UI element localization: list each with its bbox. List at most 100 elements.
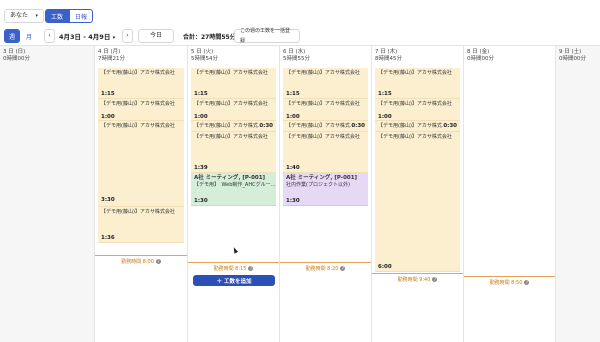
tab-week-label: 週 bbox=[8, 33, 15, 41]
event-block[interactable]: 【デモ用(藤山)】アカサ株式会社 1:40 bbox=[283, 132, 368, 173]
day-column-wed: 6 日 (水) 5時間55分 【デモ用(藤山)】アカサ株式会社 1:15 【デモ… bbox=[279, 46, 371, 342]
event-duration: 1:00 bbox=[286, 114, 300, 120]
work-hours: 勤務時間 9:40? bbox=[372, 276, 463, 283]
event-duration: 1:30 bbox=[286, 198, 300, 204]
chevron-down-icon: ▾ bbox=[35, 13, 38, 19]
work-hours-line bbox=[280, 262, 371, 263]
event-block[interactable]: 【デモ用(藤山)】アカサ株式会社 6:00 bbox=[375, 132, 460, 272]
event-block[interactable]: 【デモ用(藤山)】アカサ株式... 0:30 bbox=[283, 121, 368, 132]
work-hours: 勤務時間 8:20? bbox=[280, 265, 371, 272]
day-total: 0時間00分 bbox=[467, 56, 494, 62]
event-block[interactable]: 【デモ用(藤山)】アカサ株式会社 1:15 bbox=[283, 68, 368, 99]
tab-kosu-label: 工数 bbox=[50, 13, 63, 21]
add-work-button[interactable]: ＋ 工数を追加 bbox=[193, 275, 275, 286]
meeting-event-block[interactable]: A社 ミーティング, [P-001] 【デモ用】 Web制作_AHCグルー...… bbox=[191, 173, 276, 206]
day-column-mon: 4 日 (月) 7時間21分 【デモ用(藤山)】アカサ株式会社 1:15 【デモ… bbox=[94, 46, 187, 342]
event-duration: 1:15 bbox=[101, 91, 115, 97]
day-header: 9 日 (土) 0時間00分 bbox=[559, 49, 586, 63]
work-hours: 勤務時間 8:15? bbox=[188, 265, 279, 272]
bulk-register-label: この週の工数を一括登録 bbox=[240, 28, 291, 44]
day-label: 6 日 (水) bbox=[283, 49, 306, 55]
event-title: 【デモ用(藤山)】アカサ株式... bbox=[194, 123, 263, 129]
event-block[interactable]: 【デモ用(藤山)】アカサ株式会社 1:00 bbox=[98, 99, 184, 121]
event-title: 【デモ用(藤山)】アカサ株式会社 bbox=[194, 70, 268, 76]
day-label: 9 日 (土) bbox=[559, 49, 582, 55]
event-title: 【デモ用(藤山)】アカサ株式会社 bbox=[101, 209, 175, 215]
event-title: 【デモ用(藤山)】アカサ株式... bbox=[286, 123, 355, 129]
day-label: 7 日 (木) bbox=[375, 49, 398, 55]
event-duration: 3:30 bbox=[101, 197, 115, 203]
event-subtitle: 社内作業(プロジェクト以外) bbox=[286, 182, 350, 188]
day-label: 3 日 (日) bbox=[3, 49, 26, 55]
event-title: 【デモ用(藤山)】アカサ株式会社 bbox=[101, 101, 175, 107]
event-block[interactable]: 【デモ用(藤山)】アカサ株式会社 1:39 bbox=[191, 132, 276, 173]
event-title: 【デモ用(藤山)】アカサ株式会社 bbox=[194, 101, 268, 107]
work-hours-label: 勤務時間 9:40 bbox=[397, 277, 431, 283]
toolbar: あなた ▾ 工数 日報 週 月 ‹ 4月3日 - 4月9日 ▾ › 今日 合計：… bbox=[0, 0, 600, 50]
work-hours: 勤務時間 8:50? bbox=[464, 279, 555, 286]
event-block[interactable]: 【デモ用(藤山)】アカサ株式会社 1:36 bbox=[98, 207, 184, 243]
event-block[interactable]: 【デモ用(藤山)】アカサ株式会社 1:15 bbox=[191, 68, 276, 99]
date-range-label: 4月3日 - 4月9日 bbox=[59, 33, 111, 41]
tab-month[interactable]: 月 bbox=[22, 29, 36, 43]
help-icon[interactable]: ? bbox=[155, 259, 161, 264]
bulk-register-button[interactable]: この週の工数を一括登録 bbox=[234, 28, 300, 44]
day-column-sun: 3 日 (日) 0時間00分 bbox=[0, 46, 94, 342]
day-total: 8時間45分 bbox=[375, 56, 402, 62]
prev-week-button[interactable]: ‹ bbox=[44, 29, 55, 43]
event-duration: 1:15 bbox=[378, 91, 392, 97]
event-title: A社 ミーティング, [P-001] bbox=[286, 175, 358, 181]
tab-nippo[interactable]: 日報 bbox=[69, 9, 93, 23]
work-hours-label: 勤務時間 8:15 bbox=[213, 266, 247, 272]
event-block[interactable]: 【デモ用(藤山)】アカサ株式会社 1:00 bbox=[375, 99, 460, 121]
today-label: 今日 bbox=[149, 32, 162, 39]
day-header: 5 日 (火) 5時間54分 bbox=[191, 49, 218, 63]
event-block[interactable]: 【デモ用(藤山)】アカサ株式会社 3:30 bbox=[98, 121, 184, 207]
next-week-button[interactable]: › bbox=[122, 29, 133, 43]
day-total: 0時間00分 bbox=[3, 56, 30, 62]
event-duration: 1:30 bbox=[194, 198, 208, 204]
event-block[interactable]: 【デモ用(藤山)】アカサ株式... 0:30 bbox=[375, 121, 460, 132]
event-duration: 1:15 bbox=[194, 91, 208, 97]
event-duration: 1:39 bbox=[194, 165, 208, 171]
work-hours-line bbox=[188, 262, 279, 263]
event-title: 【デモ用(藤山)】アカサ株式会社 bbox=[286, 134, 360, 140]
work-hours-line bbox=[372, 273, 463, 274]
day-column-fri: 8 日 (金) 0時間00分 勤務時間 8:50? bbox=[463, 46, 555, 342]
event-block[interactable]: 【デモ用(藤山)】アカサ株式会社 1:00 bbox=[283, 99, 368, 121]
event-duration: 1:00 bbox=[194, 114, 208, 120]
help-icon[interactable]: ? bbox=[248, 266, 254, 271]
week-total: 合計：27時間55分 bbox=[183, 34, 236, 41]
user-select[interactable]: あなた ▾ bbox=[4, 9, 44, 23]
today-button[interactable]: 今日 bbox=[138, 29, 174, 43]
event-duration: 1:15 bbox=[286, 91, 300, 97]
meeting-event-block[interactable]: A社 ミーティング, [P-001] 社内作業(プロジェクト以外) 1:30 bbox=[283, 173, 368, 206]
event-block[interactable]: 【デモ用(藤山)】アカサ株式会社 1:00 bbox=[191, 99, 276, 121]
day-label: 5 日 (火) bbox=[191, 49, 214, 55]
event-title: 【デモ用(藤山)】アカサ株式会社 bbox=[378, 101, 452, 107]
day-header: 3 日 (日) 0時間00分 bbox=[3, 49, 30, 63]
help-icon[interactable]: ? bbox=[524, 280, 530, 285]
day-total: 7時間21分 bbox=[98, 56, 125, 62]
event-title: 【デモ用(藤山)】アカサ株式会社 bbox=[194, 134, 268, 140]
event-duration: 1:00 bbox=[378, 114, 392, 120]
day-label: 4 日 (月) bbox=[98, 49, 121, 55]
event-title: 【デモ用(藤山)】アカサ株式会社 bbox=[378, 134, 452, 140]
help-icon[interactable]: ? bbox=[340, 266, 346, 271]
event-duration: 6:00 bbox=[378, 264, 392, 270]
event-block[interactable]: 【デモ用(藤山)】アカサ株式... 0:30 bbox=[191, 121, 276, 132]
tab-week[interactable]: 週 bbox=[4, 29, 20, 43]
event-block[interactable]: 【デモ用(藤山)】アカサ株式会社 1:15 bbox=[98, 68, 184, 99]
tab-kosu[interactable]: 工数 bbox=[45, 9, 69, 23]
date-range-select[interactable]: 4月3日 - 4月9日 ▾ bbox=[59, 31, 115, 41]
event-subtitle: 【デモ用】 Web制作_AHCグルー... bbox=[194, 182, 276, 188]
work-hours-line bbox=[95, 255, 187, 256]
chevron-right-icon: › bbox=[126, 32, 129, 39]
day-header: 4 日 (月) 7時間21分 bbox=[98, 49, 125, 63]
event-block[interactable]: 【デモ用(藤山)】アカサ株式会社 1:15 bbox=[375, 68, 460, 99]
work-hours-line bbox=[464, 276, 555, 277]
event-title: 【デモ用(藤山)】アカサ株式会社 bbox=[286, 70, 360, 76]
help-icon[interactable]: ? bbox=[432, 277, 438, 282]
event-duration: 1:00 bbox=[101, 114, 115, 120]
tab-nippo-label: 日報 bbox=[74, 13, 87, 21]
